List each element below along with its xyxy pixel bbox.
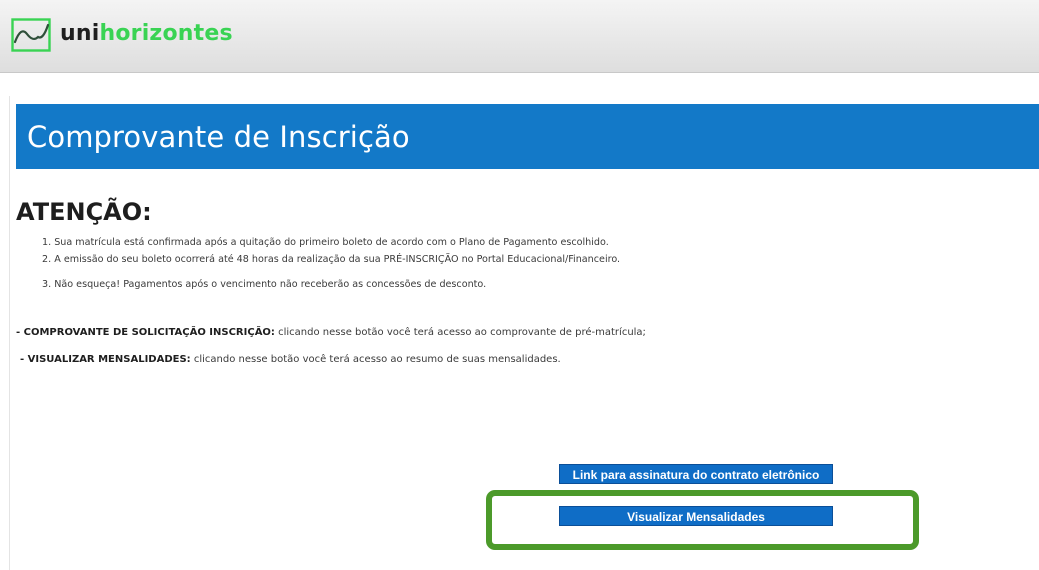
brand-name-horizontes: horizontes [99, 21, 233, 46]
monthly-description-label: - VISUALIZAR MENSALIDADES: [20, 354, 191, 365]
view-monthly-fees-button[interactable]: Visualizar Mensalidades [559, 506, 833, 526]
content-left-border [9, 96, 10, 570]
receipt-description-label: - COMPROVANTE DE SOLICITAÇÃO INSCRIÇÃO: [16, 327, 275, 338]
contract-signature-link-button[interactable]: Link para assinatura do contrato eletrôn… [559, 464, 833, 484]
receipt-button-description: - COMPROVANTE DE SOLICITAÇÃO INSCRIÇÃO: … [16, 327, 646, 338]
monthly-button-description: - VISUALIZAR MENSALIDADES: clicando ness… [20, 354, 561, 365]
attention-note-1: 1. Sua matrícula está confirmada após a … [42, 237, 609, 248]
site-header: unihorizontes [0, 0, 1039, 73]
receipt-description-text: clicando nesse botão você terá acesso ao… [274, 327, 646, 338]
page-title-bar: Comprovante de Inscrição [16, 104, 1039, 169]
attention-note-2: 2. A emissão do seu boleto ocorrerá até … [42, 254, 621, 265]
attention-heading: ATENÇÃO: [16, 198, 152, 226]
wave-chart-icon [11, 18, 51, 52]
brand-logo[interactable]: unihorizontes [60, 20, 233, 48]
brand-name-uni: uni [60, 21, 100, 46]
monthly-description-text: clicando nesse botão você terá acesso ao… [190, 354, 561, 365]
page-title: Comprovante de Inscrição [27, 120, 410, 154]
attention-note-3: 3. Não esqueça! Pagamentos após o vencim… [42, 279, 487, 290]
